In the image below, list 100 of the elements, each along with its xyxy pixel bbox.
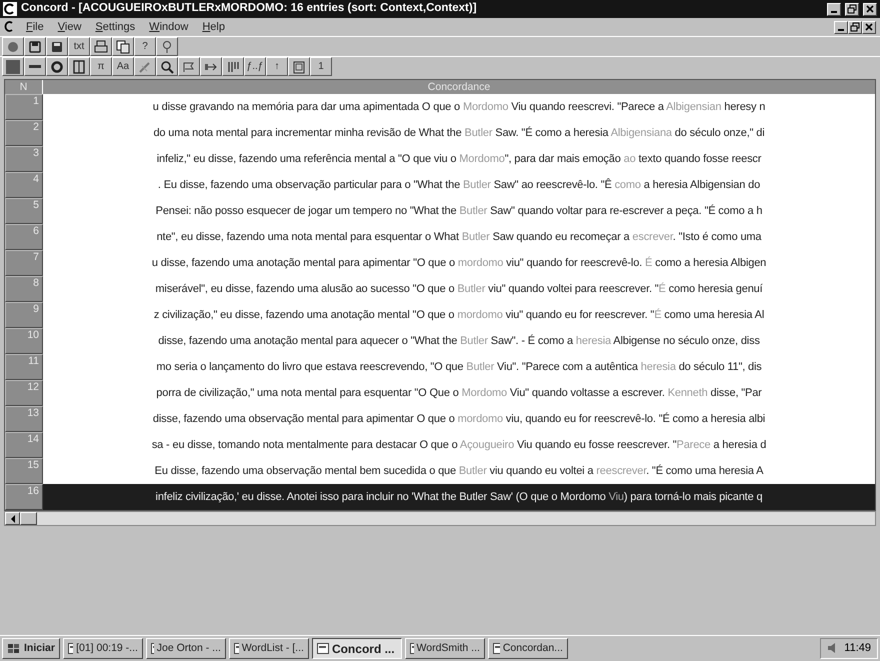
row-number: 12 (5, 380, 43, 406)
concordance-line[interactable]: disse, fazendo uma anotação mental para aquecer o "What the Butler Saw". - É como a heresia Albigense no século onze, diss (43, 328, 875, 354)
square-icon (6, 60, 20, 74)
row-number: 16 (5, 484, 43, 510)
concordance-line[interactable]: disse, fazendo uma observação mental para apimentar O que o mordomo viu, quando eu for reescrevê-lo. "É como a heresia albi (43, 406, 875, 432)
row-number: 2 (5, 120, 43, 146)
close-icon (864, 22, 874, 32)
toolbar-button[interactable]: ? (134, 37, 156, 56)
restore-button[interactable] (848, 20, 862, 34)
concordance-line[interactable]: infeliz," eu disse, fazendo uma referência mental a "O que viu o Mordomo", para dar mais emoção ao texto quando fosse reescr (43, 146, 875, 172)
window-icon (492, 643, 500, 654)
copy-button[interactable] (112, 37, 134, 56)
toolbar-button[interactable]: txt (68, 37, 90, 56)
concordance-line[interactable]: sa - eu disse, tomando nota mentalmente para destacar O que o Açougueiro Viu quando eu fosse reescrever. "Parece a heresia d (43, 432, 875, 458)
concordance-line[interactable]: do uma nota mental para incrementar minha revisão de What the Butler Saw. "É como a heresia Albigensiana do século onze," di (43, 120, 875, 146)
search-icon (160, 60, 174, 74)
row-number: 5 (5, 198, 43, 224)
taskbar-button[interactable]: Concordan... (488, 638, 568, 659)
bulb-button[interactable] (156, 37, 178, 56)
window-icon (68, 643, 74, 654)
taskbar-button[interactable]: WordSmith ... (404, 638, 485, 659)
record-icon (6, 40, 20, 54)
row-number: 8 (5, 276, 43, 302)
row-number: 4 (5, 172, 43, 198)
scroll-left-icon[interactable] (10, 514, 16, 522)
minimize-icon (838, 29, 844, 31)
bars-button[interactable] (222, 57, 244, 76)
save-icon (28, 40, 42, 54)
clipboard-icon (292, 60, 306, 74)
menu-item[interactable]: Window (147, 18, 190, 36)
bulb-icon (160, 40, 174, 54)
clipboard-button[interactable] (288, 57, 310, 76)
search-button[interactable] (156, 57, 178, 76)
row-number: 14 (5, 432, 43, 458)
row-number: 1 (5, 94, 43, 120)
row-number: 3 (5, 146, 43, 172)
row-number: 6 (5, 224, 43, 250)
menu-item[interactable]: View (56, 18, 84, 36)
toolbar-button[interactable]: π (90, 57, 112, 76)
menu-logo-icon (4, 21, 14, 32)
window-icon (410, 643, 414, 654)
scroll-thumb[interactable] (20, 512, 37, 525)
app-logo-icon (4, 3, 16, 15)
flag-button[interactable] (178, 57, 200, 76)
concordance-line[interactable]: z civilização," eu disse, fazendo uma anotação mental "O que o mordomo viu" quando eu for reescrever. "É como uma heresia Al (43, 302, 875, 328)
copy-icon (116, 40, 130, 54)
printer-button[interactable] (90, 37, 112, 56)
horizontal-scrollbar[interactable] (4, 511, 876, 526)
clock: 11:49 (844, 641, 871, 656)
record-button[interactable] (2, 37, 24, 56)
minimize-button[interactable] (827, 2, 841, 16)
concordance-line[interactable]: u disse gravando na memória para dar uma apimentada O que o Mordomo Viu quando reescrevi. "Parece a Albigensian heresy n (43, 94, 875, 120)
start-button[interactable]: Iniciar (2, 638, 60, 659)
concordance-line[interactable]: porra de civilização," uma nota mental para esquentar "O Que o Mordomo Viu" quando voltasse a escrever. Kenneth disse, "Par (43, 380, 875, 406)
window-icon (150, 643, 154, 654)
taskbar-button[interactable]: WordList - [... (228, 638, 309, 659)
menu-item[interactable]: File (24, 18, 46, 36)
minimize-button[interactable] (834, 20, 848, 34)
concordance-line[interactable]: . Eu disse, fazendo uma observação particular para o "What the Butler Saw" ao reescrevê-lo. "Ê como a heresia Albigensian do (43, 172, 875, 198)
concordance-line[interactable]: Eu disse, fazendo uma observação mental bem sucedida o que Butler viu quando eu voltei a reescrever. "É como uma heresia A (43, 458, 875, 484)
arrows-button[interactable] (200, 57, 222, 76)
toolbar-button[interactable]: ↑ (266, 57, 288, 76)
menu-item[interactable]: Settings (93, 18, 138, 36)
concordance-line[interactable]: Pensei: não posso esquecer de jogar um tempero no "What the Butler Saw" quando voltar para re-escrever a peça. "É como a h (43, 198, 875, 224)
row-number: 9 (5, 302, 43, 328)
ring-icon (50, 60, 64, 74)
printer-icon (94, 40, 108, 54)
toolbar-button[interactable]: Aa (112, 57, 134, 76)
ring-button[interactable] (46, 57, 68, 76)
line-button[interactable] (24, 57, 46, 76)
restore-button[interactable] (845, 2, 859, 16)
row-number: 13 (5, 406, 43, 432)
columns-button[interactable] (68, 57, 90, 76)
row-number: 10 (5, 328, 43, 354)
bars-icon (226, 60, 240, 74)
square-button[interactable] (2, 57, 24, 76)
windows-logo-icon (7, 642, 21, 654)
window-icon (316, 643, 329, 654)
toolbar-button[interactable]: 1 (310, 57, 332, 76)
window-icon (234, 643, 239, 654)
save-button[interactable] (46, 37, 68, 56)
taskbar-button[interactable]: Joe Orton - ... (146, 638, 226, 659)
flag-icon (182, 60, 196, 74)
row-number: 11 (5, 354, 43, 380)
taskbar-button[interactable]: Concord ... (312, 638, 402, 659)
save-button[interactable] (24, 37, 46, 56)
concordance-line[interactable]: mo seria o lançamento do livro que estava reescrevendo, "O que Butler Viu". "Parece com a autêntica heresia do século 11", dis (43, 354, 875, 380)
close-button[interactable] (863, 2, 877, 16)
concordance-line[interactable]: nte", eu disse, fazendo uma nota mental para esquentar o What Butler Saw quando eu recomeçar a escrever. "Isto é como uma (43, 224, 875, 250)
minimize-icon (831, 11, 837, 13)
taskbar-button[interactable]: [01] 00:19 -... (62, 638, 143, 659)
close-button[interactable] (862, 20, 876, 34)
row-number: 15 (5, 458, 43, 484)
menu-item[interactable]: Help (200, 18, 227, 36)
concordance-line[interactable]: u disse, fazendo uma anotação mental para apimentar "O que o mordomo viu" quando for reescrevê-lo. É como a heresia Albigen (43, 250, 875, 276)
save-icon (50, 40, 64, 54)
column-header: Concordance (426, 80, 492, 94)
concordance-line[interactable]: miserável", eu disse, fazendo uma alusão ao sucesso "O que o Butler viu" quando voltei para reescrever. "É como heresia genuí (43, 276, 875, 302)
toolbar-button[interactable]: ƒ..ƒ (244, 57, 266, 76)
window-title: Concord - [ACOUGUEIROxBUTLERxMORDOMO: 16 entries (sort: Context,Context)] (21, 1, 477, 16)
